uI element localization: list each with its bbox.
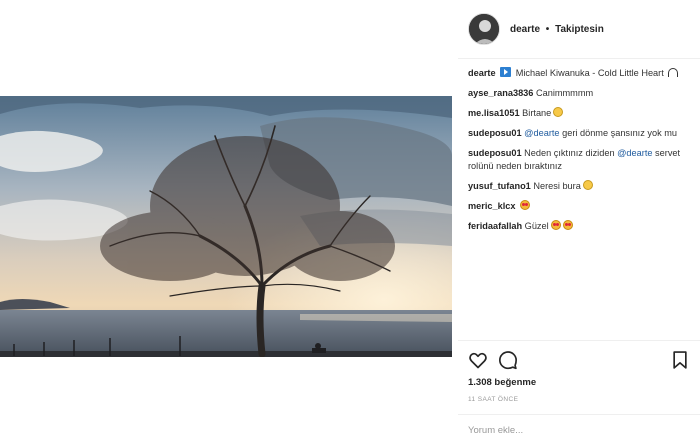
header-divider bbox=[458, 58, 700, 59]
post-photo[interactable] bbox=[0, 96, 452, 357]
comment-text: Canimmmmm bbox=[533, 88, 594, 98]
comment-bubble-icon[interactable] bbox=[498, 350, 518, 370]
bookmark-icon[interactable] bbox=[670, 350, 690, 370]
comment-item: sudeposu01 Neden çıktınız diziden @deart… bbox=[468, 147, 696, 173]
post-actions bbox=[468, 350, 690, 370]
follow-status[interactable]: Takiptesin bbox=[555, 24, 604, 35]
comment-text: Birtane bbox=[519, 108, 552, 118]
comment-username[interactable]: feridaafallah bbox=[468, 221, 522, 231]
comment-mention[interactable]: @dearte bbox=[522, 128, 559, 138]
header-text: dearte • Takiptesin bbox=[510, 24, 604, 35]
input-divider bbox=[458, 414, 700, 415]
header-separator: • bbox=[545, 23, 550, 35]
comment-username[interactable]: yusuf_tufano1 bbox=[468, 181, 531, 191]
comment-username[interactable]: sudeposu01 bbox=[468, 128, 522, 138]
comment-username[interactable]: ayse_rana3836 bbox=[468, 88, 533, 98]
comment-item: feridaafallah Güzel bbox=[468, 220, 696, 233]
comment-item: sudeposu01 @dearte geri dönme şansınız y… bbox=[468, 127, 696, 140]
heart-eyes-emoji-icon bbox=[550, 220, 561, 230]
comment-text: Neden çıktınız diziden bbox=[521, 148, 618, 158]
comment-item: ayse_rana3836 Canimmmmm bbox=[468, 87, 696, 100]
actions-divider bbox=[458, 340, 700, 341]
avatar[interactable] bbox=[468, 13, 500, 45]
comment-username[interactable]: me.lisa1051 bbox=[468, 108, 520, 118]
comment-username[interactable]: sudeposu01 bbox=[468, 148, 522, 158]
heart-eyes-emoji-icon bbox=[562, 220, 573, 230]
header-username[interactable]: dearte bbox=[510, 24, 540, 35]
caption-text: Michael Kiwanuka - Cold Little Heart bbox=[513, 68, 664, 78]
post-sidebar: dearte • Takiptesin dearte Michael Kiwan… bbox=[458, 0, 700, 446]
instagram-post: dearte • Takiptesin dearte Michael Kiwan… bbox=[0, 0, 700, 446]
play-icon bbox=[500, 67, 512, 77]
avatar-image bbox=[469, 14, 499, 44]
comments-list: dearte Michael Kiwanuka - Cold Little He… bbox=[468, 67, 696, 240]
headphones-icon bbox=[668, 68, 679, 77]
post-timestamp: 11 SAAT ÖNCE bbox=[468, 396, 519, 403]
comment-text: Neresi bura bbox=[530, 181, 581, 191]
add-comment-input[interactable] bbox=[468, 420, 690, 440]
comment-item: meric_klcx bbox=[468, 200, 696, 213]
like-count[interactable]: 1.308 beğenme bbox=[468, 377, 536, 388]
tree-at-sunset-image bbox=[0, 96, 452, 357]
comment-text: geri dönme şansınız yok mu bbox=[559, 128, 677, 138]
caption-username[interactable]: dearte bbox=[468, 68, 496, 78]
comment-item: yusuf_tufano1 Neresi bura bbox=[468, 180, 696, 193]
comment-mention[interactable]: @dearte bbox=[617, 148, 652, 158]
post-header: dearte • Takiptesin bbox=[468, 10, 604, 48]
smiling-face-emoji-icon bbox=[553, 107, 564, 117]
comment-text: Güzel bbox=[522, 221, 549, 231]
comment-username[interactable]: meric_klcx bbox=[468, 201, 516, 211]
heart-icon[interactable] bbox=[468, 350, 488, 370]
smiling-face-emoji-icon bbox=[582, 180, 593, 190]
heart-eyes-emoji-icon bbox=[520, 200, 531, 210]
caption: dearte Michael Kiwanuka - Cold Little He… bbox=[468, 67, 696, 80]
comment-item: me.lisa1051 Birtane bbox=[468, 107, 696, 120]
